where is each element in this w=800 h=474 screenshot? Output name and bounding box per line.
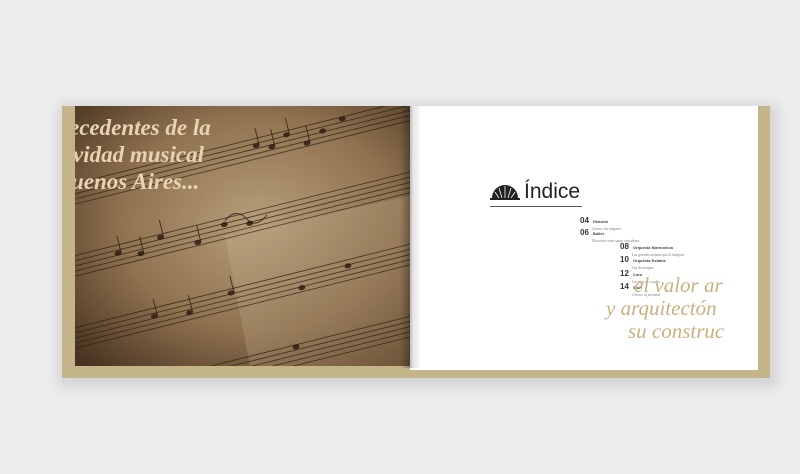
right-headline-line: el valor ar <box>634 274 723 297</box>
left-headline: ecedentes de la vidad musical uenos Aire… <box>75 114 410 195</box>
left-headline-line: uenos Aires... <box>75 169 200 194</box>
left-headline-line: ecedentes de la <box>75 115 211 140</box>
theater-dome-icon <box>490 178 520 205</box>
right-headline-line: su construc <box>628 319 725 343</box>
book-gutter <box>400 106 422 368</box>
toc-name: Ballet <box>592 231 604 236</box>
left-headline-line: vidad musical <box>75 142 204 167</box>
right-headline-line: y arquitectón <box>606 296 717 320</box>
index-rule <box>490 206 582 207</box>
right-headline: el valor ar y arquitectón su construc <box>598 274 758 343</box>
index-header: Índice <box>490 178 580 205</box>
toc-number: 06 <box>580 228 589 237</box>
left-page-photo: ecedentes de la vidad musical uenos Aire… <box>75 106 410 366</box>
right-page: Índice 04 Historia Conoce los orígenes 0… <box>410 106 758 370</box>
index-title: Índice <box>524 179 581 203</box>
